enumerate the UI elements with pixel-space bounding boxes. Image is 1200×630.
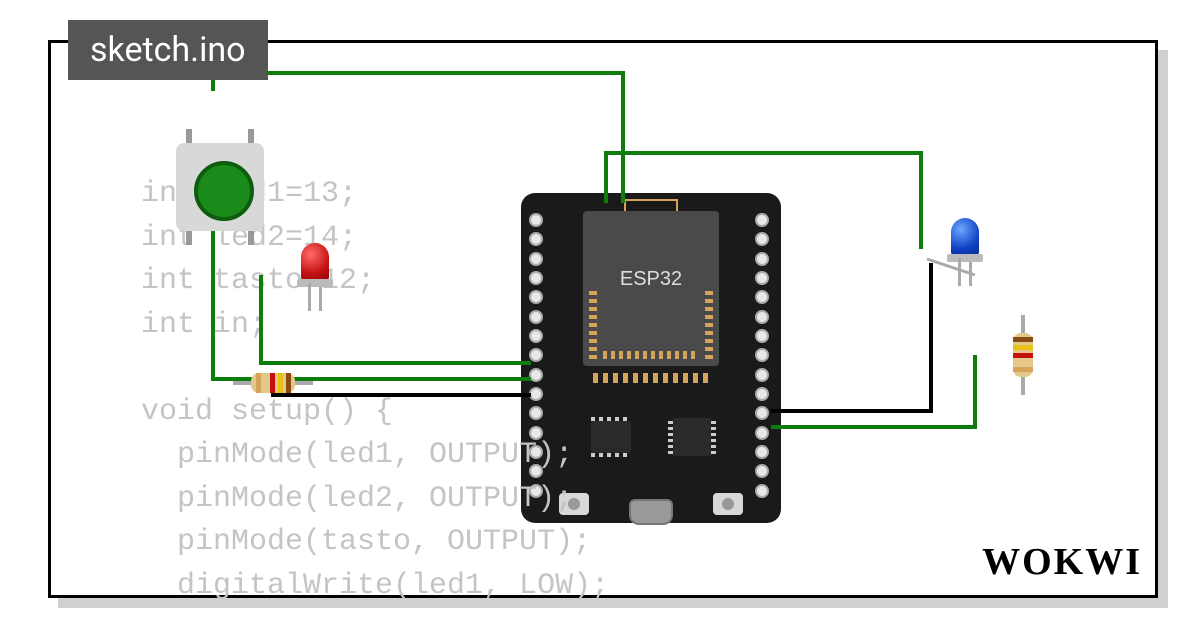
resistor-band <box>1013 337 1033 342</box>
filename-label: sketch.ino <box>90 30 246 70</box>
led-cathode <box>969 262 972 286</box>
filename-tab[interactable]: sketch.ino <box>68 20 268 80</box>
led-base <box>947 254 983 262</box>
resistor-lead <box>1021 377 1025 395</box>
resistor-band <box>286 373 291 393</box>
button-leg <box>248 231 254 245</box>
resistor-band <box>1013 353 1033 358</box>
resistor-body <box>1013 333 1033 377</box>
button-leg <box>186 129 192 143</box>
resistor-2[interactable] <box>1011 315 1035 395</box>
resistor-lead <box>295 381 313 385</box>
pushbutton-component[interactable] <box>176 143 264 231</box>
led-anode <box>308 283 311 311</box>
button-leg <box>186 231 192 245</box>
resistor-band <box>270 373 275 393</box>
wire-layer <box>51 43 1161 601</box>
resistor-band <box>1013 367 1033 372</box>
resistor-lead <box>233 381 251 385</box>
resistor-band <box>278 373 283 393</box>
led-red[interactable] <box>301 243 329 281</box>
resistor-band <box>1013 345 1033 350</box>
led-base <box>297 279 333 287</box>
led-anode <box>958 258 961 286</box>
button-leg <box>248 129 254 143</box>
resistor-band <box>256 373 261 393</box>
led-blue[interactable] <box>951 218 979 256</box>
wokwi-logo: WOKWI <box>982 540 1142 584</box>
resistor-body <box>251 373 295 393</box>
led-cathode <box>319 287 322 311</box>
resistor-lead <box>1021 315 1025 333</box>
resistor-1[interactable] <box>233 371 313 395</box>
main-frame: int led1=13; int led2=14; int tasto=12; … <box>48 40 1158 598</box>
